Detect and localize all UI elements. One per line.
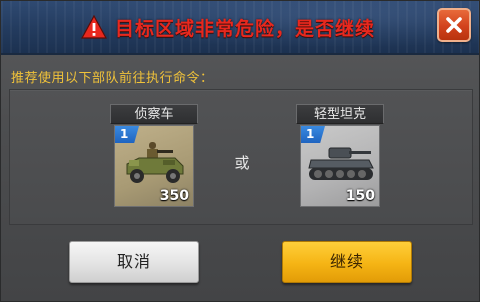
dialog: 目标区域非常危险，是否继续 推荐使用以下部队前往执行命令： 侦察车 1 350 … (0, 0, 480, 302)
unit-option-recon[interactable]: 侦察车 1 350 (108, 104, 200, 207)
cancel-button[interactable]: 取消 (69, 241, 199, 283)
recon-jeep-icon (126, 142, 184, 183)
unit-panel: 侦察车 1 350 或 轻型坦克 1 150 (9, 89, 473, 225)
recommend-prompt: 推荐使用以下部队前往执行命令： (11, 71, 214, 86)
light-tank-icon (308, 147, 374, 180)
title-bar: 目标区域非常危险，是否继续 (1, 1, 479, 55)
unit-name: 侦察车 (110, 104, 198, 124)
continue-button[interactable]: 继续 (282, 241, 412, 283)
unit-option-light-tank[interactable]: 轻型坦克 1 150 (294, 104, 386, 207)
close-button[interactable] (437, 8, 471, 42)
unit-card[interactable]: 1 350 (114, 125, 194, 207)
or-separator: 或 (234, 154, 250, 172)
title-group: 目标区域非常危险，是否继续 (81, 11, 375, 43)
close-icon (446, 17, 462, 33)
dialog-title: 目标区域非常危险，是否继续 (115, 17, 376, 40)
unit-card[interactable]: 1 150 (300, 125, 380, 207)
unit-count: 350 (159, 188, 189, 204)
unit-name: 轻型坦克 (296, 104, 384, 124)
unit-count: 150 (345, 188, 375, 204)
warning-triangle-icon (81, 15, 107, 39)
